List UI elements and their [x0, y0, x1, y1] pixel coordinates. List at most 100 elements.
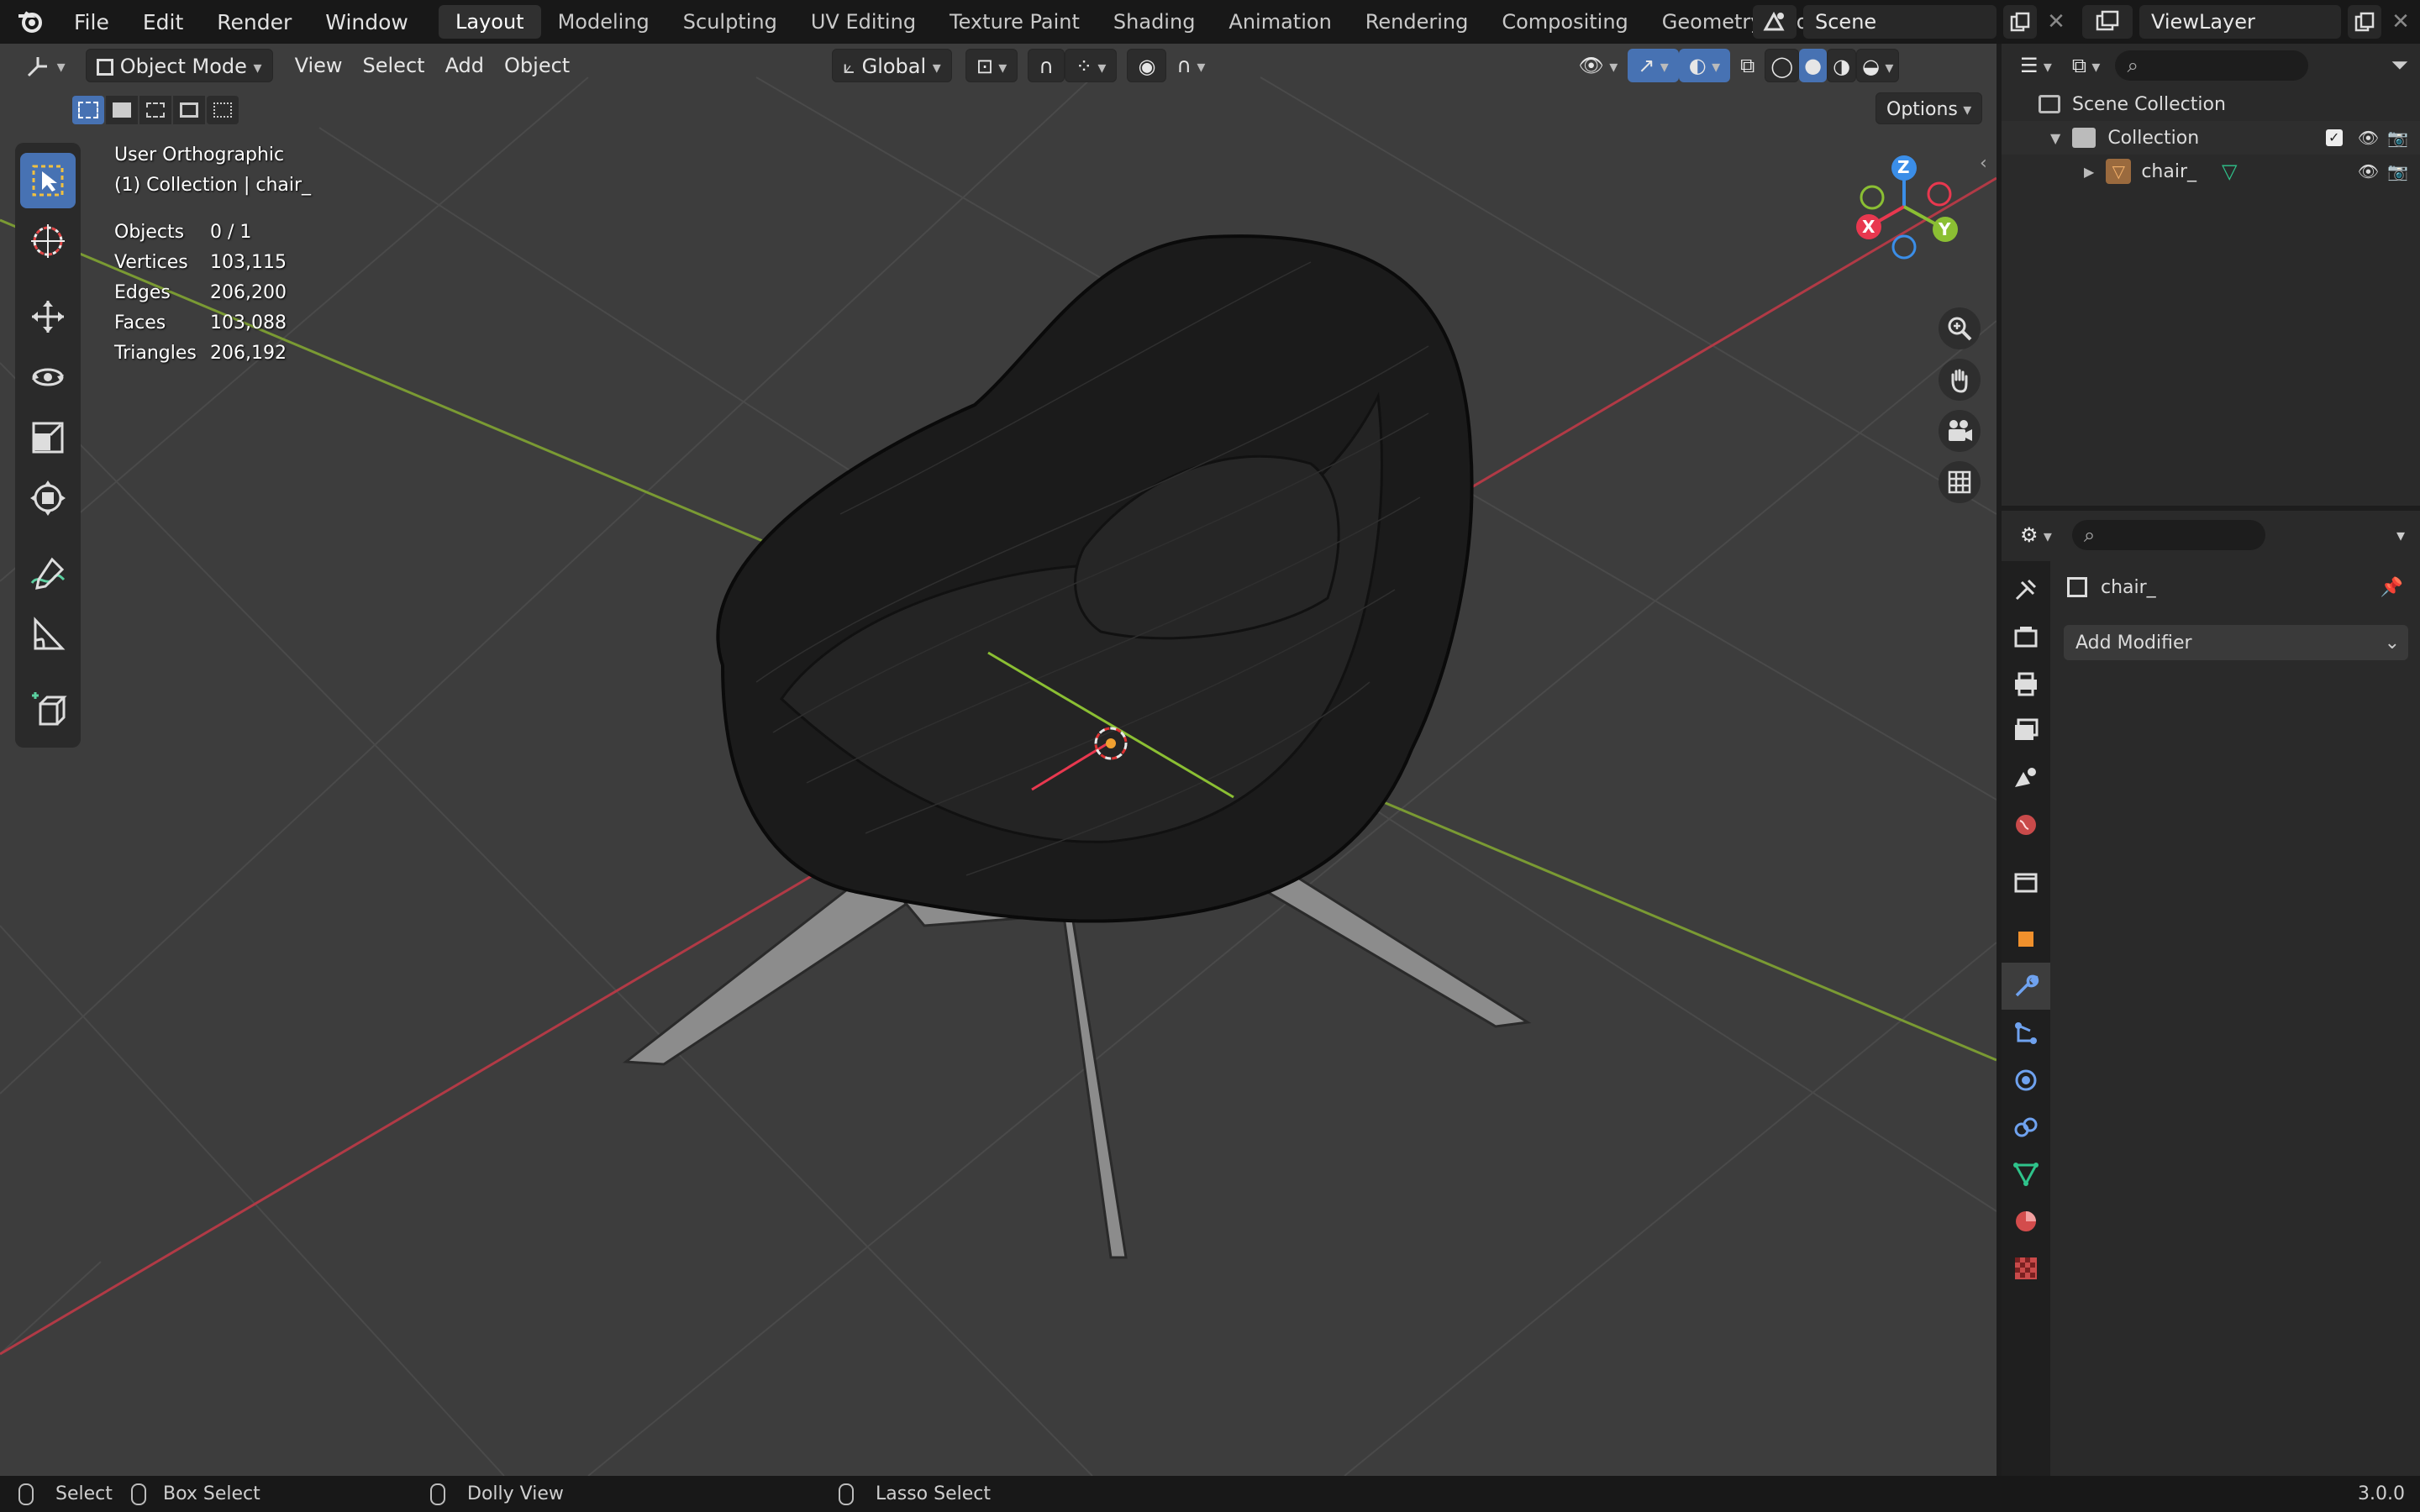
tool-cursor[interactable] [20, 213, 76, 269]
eye-icon[interactable]: 👁 [2358, 128, 2379, 148]
mode-selector[interactable]: Object Mode [85, 49, 273, 82]
select-subtract-icon[interactable] [139, 96, 171, 124]
menu-object[interactable]: Object [494, 49, 580, 82]
zoom-button[interactable] [1939, 307, 1981, 349]
properties-search-input[interactable]: ⌕ [2071, 520, 2265, 550]
editor-type-button[interactable] [15, 49, 76, 82]
options-dropdown[interactable]: Options [1876, 92, 1983, 124]
tab-data[interactable] [2002, 1151, 2050, 1198]
falloff-selector[interactable]: ∩ [1166, 49, 1215, 82]
outliner-editor-type[interactable]: ☰ [2015, 49, 2057, 82]
display-mode-selector[interactable]: ⧉ [2067, 49, 2106, 82]
tab-scene[interactable] [2002, 754, 2050, 801]
tool-annotate[interactable] [20, 546, 76, 601]
navigation-gizmo[interactable]: Z X Y [1849, 150, 1958, 272]
blender-logo-icon[interactable] [15, 6, 47, 38]
shading-solid-button[interactable]: ● [1799, 49, 1828, 82]
mesh-data-icon[interactable]: ▽ [2222, 160, 2237, 183]
tab-particles[interactable] [2002, 1010, 2050, 1057]
menu-window[interactable]: Window [308, 10, 425, 34]
outliner-row-collection[interactable]: ▼ Collection ✓ 👁 📷 [2002, 121, 2420, 155]
snap-target-selector[interactable]: ⁘ [1064, 49, 1118, 82]
tool-move[interactable] [20, 289, 76, 344]
tab-shading[interactable]: Shading [1097, 5, 1213, 39]
material-icon [2016, 1211, 2036, 1231]
tab-layout[interactable]: Layout [439, 5, 541, 39]
scene-name-field[interactable]: Scene [1803, 5, 1996, 39]
tab-modeling[interactable]: Modeling [541, 5, 666, 39]
eye-icon[interactable]: 👁 [2358, 161, 2379, 181]
select-invert-icon[interactable] [173, 96, 205, 124]
menu-file[interactable]: File [57, 10, 126, 34]
tab-rendering[interactable]: Rendering [1349, 5, 1486, 39]
exclude-checkbox[interactable]: ✓ [2325, 129, 2343, 146]
tab-texture-paint[interactable]: Texture Paint [933, 5, 1097, 39]
new-scene-icon[interactable] [2003, 5, 2037, 39]
outliner-row-object[interactable]: ▶ ▽ chair_ ▽ 👁 📷 [2002, 155, 2420, 188]
menu-edit[interactable]: Edit [126, 10, 200, 34]
new-viewlayer-icon[interactable] [2348, 5, 2381, 39]
camera-view-button[interactable] [1939, 410, 1981, 452]
render-camera-icon[interactable]: 📷 [2387, 161, 2408, 181]
filter-icon[interactable]: ⏷ [2391, 53, 2408, 79]
pin-icon[interactable]: 📌 [2381, 577, 2403, 598]
menu-select[interactable]: Select [353, 49, 435, 82]
tool-transform[interactable] [20, 470, 76, 526]
pan-button[interactable] [1939, 359, 1981, 401]
render-camera-icon[interactable]: 📷 [2387, 128, 2408, 148]
viewlayer-name-field[interactable]: ViewLayer [2139, 5, 2341, 39]
menu-view[interactable]: View [285, 49, 353, 82]
outliner-search-input[interactable]: ⌕ [2115, 50, 2309, 81]
tab-material[interactable] [2002, 1198, 2050, 1245]
xray-toggle[interactable]: ⧉ [1730, 49, 1765, 82]
tool-scale[interactable] [20, 410, 76, 465]
close-viewlayer-icon[interactable]: ✕ [2388, 9, 2413, 34]
tab-compositing[interactable]: Compositing [1485, 5, 1644, 39]
tab-texture[interactable] [2002, 1245, 2050, 1292]
properties-editor-type[interactable]: ⚙ [2015, 518, 2057, 552]
tab-physics[interactable] [2002, 1057, 2050, 1104]
outliner-row-scene-collection[interactable]: Scene Collection [2002, 87, 2420, 121]
expand-arrow-icon[interactable]: ▶ [2084, 164, 2094, 180]
shading-material-button[interactable]: ◑ [1827, 49, 1857, 82]
transform-orientation-selector[interactable]: ⟀ Global [832, 49, 952, 82]
expand-arrow-icon[interactable]: ▼ [2050, 130, 2060, 146]
properties-options-icon[interactable]: ▾ [2396, 525, 2405, 545]
viewlayer-selector-icon[interactable] [2082, 5, 2133, 39]
collapse-sidebar-icon[interactable]: ‹ [1980, 153, 1987, 174]
select-intersect-icon[interactable] [207, 96, 239, 124]
tab-uv-editing[interactable]: UV Editing [794, 5, 933, 39]
tab-render[interactable] [2002, 613, 2050, 660]
tab-view-layer[interactable] [2002, 707, 2050, 754]
tab-collection[interactable] [2002, 858, 2050, 906]
tool-select-box[interactable] [20, 153, 76, 208]
pivot-point-selector[interactable]: ⊡ [965, 49, 1018, 82]
add-modifier-button[interactable]: Add Modifier ⌄ [2064, 625, 2408, 660]
3d-viewport[interactable]: Object Mode View Select Add Object ⟀ Glob… [0, 44, 1996, 1476]
select-extend-icon[interactable] [106, 96, 138, 124]
gizmo-toggle[interactable]: ↗ [1628, 49, 1679, 82]
visibility-selector[interactable]: 👁 [1568, 49, 1628, 82]
select-new-icon[interactable] [72, 96, 104, 124]
tool-add-cube[interactable] [20, 682, 76, 738]
overlay-toggle[interactable]: ◐ [1678, 49, 1731, 82]
tool-rotate[interactable] [20, 349, 76, 405]
close-scene-icon[interactable]: ✕ [2044, 9, 2069, 34]
shading-wireframe-button[interactable]: ◯ [1765, 49, 1800, 82]
proportional-edit-toggle[interactable]: ◉ [1127, 49, 1167, 82]
tab-object[interactable] [2002, 916, 2050, 963]
scene-selector-icon[interactable] [1753, 5, 1797, 39]
tab-world[interactable] [2002, 801, 2050, 848]
shading-rendered-button[interactable]: ◒ [1856, 49, 1900, 82]
menu-add[interactable]: Add [435, 49, 494, 82]
tab-constraints[interactable] [2002, 1104, 2050, 1151]
tab-animation[interactable]: Animation [1212, 5, 1348, 39]
menu-render[interactable]: Render [200, 10, 308, 34]
tab-sculpting[interactable]: Sculpting [666, 5, 794, 39]
tool-measure[interactable] [20, 606, 76, 662]
snap-toggle[interactable]: ∩ [1028, 49, 1065, 82]
tab-output[interactable] [2002, 660, 2050, 707]
ortho-toggle-button[interactable] [1939, 461, 1981, 503]
tab-tool[interactable] [2002, 566, 2050, 613]
tab-modifiers[interactable] [2002, 963, 2050, 1010]
